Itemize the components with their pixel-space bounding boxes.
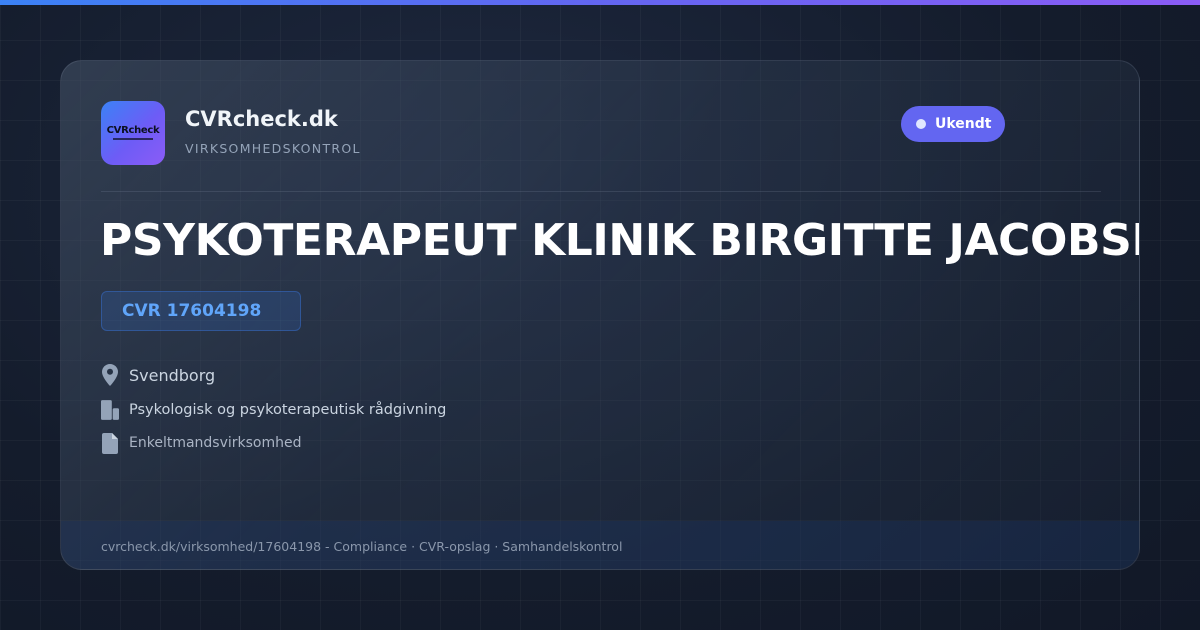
- document-icon: [101, 432, 119, 454]
- status-dot-icon: [916, 119, 926, 129]
- header-divider: [101, 191, 1101, 192]
- map-pin-icon: [101, 364, 119, 386]
- info-row-industry: Psykologisk og psykoterapeutisk rådgivni…: [101, 399, 446, 421]
- footer-text: cvrcheck.dk/virksomhed/17604198 - Compli…: [101, 539, 623, 554]
- logo-text: CVRcheck: [106, 125, 160, 136]
- company-name: PSYKOTERAPEUT KLINIK BIRGITTE JACOBSEN: [100, 215, 1140, 266]
- status-label: Ukendt: [935, 116, 992, 132]
- info-row-legal-form: Enkeltmandsvirksomhed: [101, 432, 302, 454]
- company-legal-form: Enkeltmandsvirksomhed: [129, 435, 302, 451]
- company-city: Svendborg: [129, 365, 216, 385]
- brand-tagline: VIRKSOMHEDSKONTROL: [185, 141, 361, 156]
- brand-name: CVRcheck.dk: [185, 107, 338, 131]
- status-badge: Ukendt: [901, 106, 1005, 142]
- cvr-badge: CVR 17604198: [101, 291, 301, 331]
- cvr-number: CVR 17604198: [122, 301, 262, 321]
- brand-logo: CVRcheck: [101, 101, 165, 165]
- info-row-city: Svendborg: [101, 364, 215, 386]
- company-card: CVRcheck CVRcheck.dk VIRKSOMHEDSKONTROL …: [60, 60, 1140, 570]
- company-industry: Psykologisk og psykoterapeutisk rådgivni…: [129, 402, 447, 418]
- building-icon: [101, 399, 119, 421]
- card-footer: cvrcheck.dk/virksomhed/17604198 - Compli…: [61, 521, 1139, 569]
- top-accent-bar: [0, 0, 1200, 5]
- logo-underline: [113, 138, 153, 140]
